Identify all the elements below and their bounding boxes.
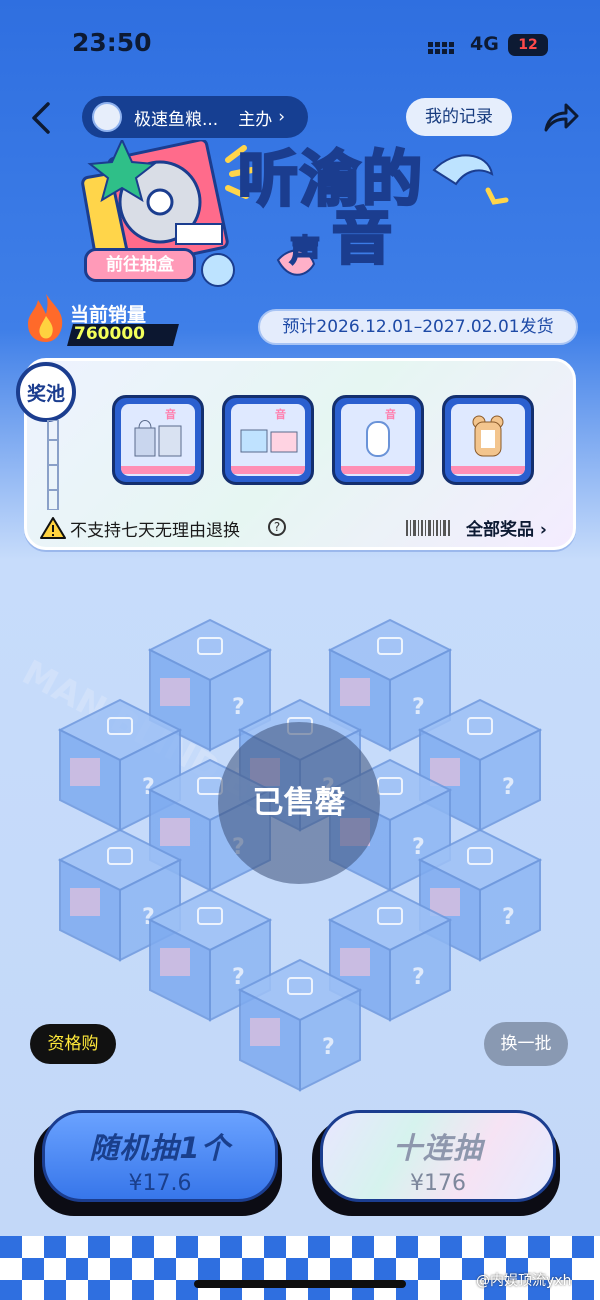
svg-text:音: 音 (385, 407, 396, 421)
prize-thumbnail-2[interactable]: 音 (222, 395, 314, 485)
shop-name: 极速鱼粮... (134, 109, 219, 130)
all-prizes-link[interactable]: 全部奖品 › (466, 515, 547, 540)
my-records-button[interactable]: 我的记录 (406, 98, 512, 136)
home-indicator (194, 1280, 406, 1288)
battery-icon: 12 (508, 34, 548, 56)
svg-text:音: 音 (275, 407, 286, 421)
banner-title-2: 音 (331, 203, 394, 273)
draw-one-button[interactable]: 随机抽1个 ¥17.6 (42, 1110, 278, 1202)
svg-text:音: 音 (165, 407, 176, 421)
draw-ten-label: 十连抽 (392, 1131, 483, 1165)
prize-thumbnail-1[interactable]: 音 (112, 395, 204, 485)
flame-icon (28, 294, 63, 342)
share-icon[interactable] (542, 100, 580, 134)
chevron-right-icon: › (278, 107, 286, 127)
network-type: 4G (470, 33, 499, 55)
sold-out-badge: 已售罄 (218, 722, 380, 884)
barcode-icon (406, 520, 450, 536)
draw-ten-price: ¥176 (410, 1171, 466, 1196)
signal-icon (428, 42, 454, 54)
refresh-batch-button[interactable]: 换一批 (484, 1022, 568, 1066)
prize-thumbnail-3[interactable]: 音 (332, 395, 424, 485)
sales-label: 当前销量 (70, 304, 147, 326)
draw-ten-button[interactable]: 十连抽 ¥176 (320, 1110, 556, 1202)
vertical-deco-icon (47, 420, 59, 510)
prize-pool-badge: 奖池 (16, 362, 76, 422)
prize-image: 音 (231, 404, 305, 476)
goto-draw-button[interactable]: 前往抽盒 (84, 248, 196, 282)
shop-role: 主办 (238, 109, 273, 130)
banner-title: 听渝的 (237, 145, 424, 215)
prize-image: 音 (121, 404, 195, 476)
status-time: 23:50 (72, 28, 152, 57)
prize-thumbnail-4[interactable] (442, 395, 534, 485)
shop-avatar (92, 102, 122, 132)
draw-one-price: ¥17.6 (128, 1171, 192, 1196)
warning-icon (40, 517, 66, 539)
no-return-notice: 不支持七天无理由退换 (70, 521, 240, 541)
checker-pattern (0, 1236, 600, 1300)
help-icon[interactable]: ? (268, 518, 286, 536)
back-arrow-icon[interactable] (26, 100, 60, 136)
shop-pill[interactable]: 极速鱼粮... 主办 › (82, 96, 308, 138)
draw-one-label: 随机抽1个 (89, 1131, 231, 1165)
watermark: @内娱顶流yxh (476, 1273, 572, 1289)
prize-image: 音 (341, 404, 415, 476)
qualification-buy-button[interactable]: 资格购 (30, 1024, 116, 1064)
prize-image (451, 404, 525, 476)
shipping-date: 预计2026.12.01–2027.02.01发货 (258, 309, 578, 345)
banner-title-small: 声 (289, 233, 321, 270)
sales-value: 760000 (74, 324, 145, 344)
